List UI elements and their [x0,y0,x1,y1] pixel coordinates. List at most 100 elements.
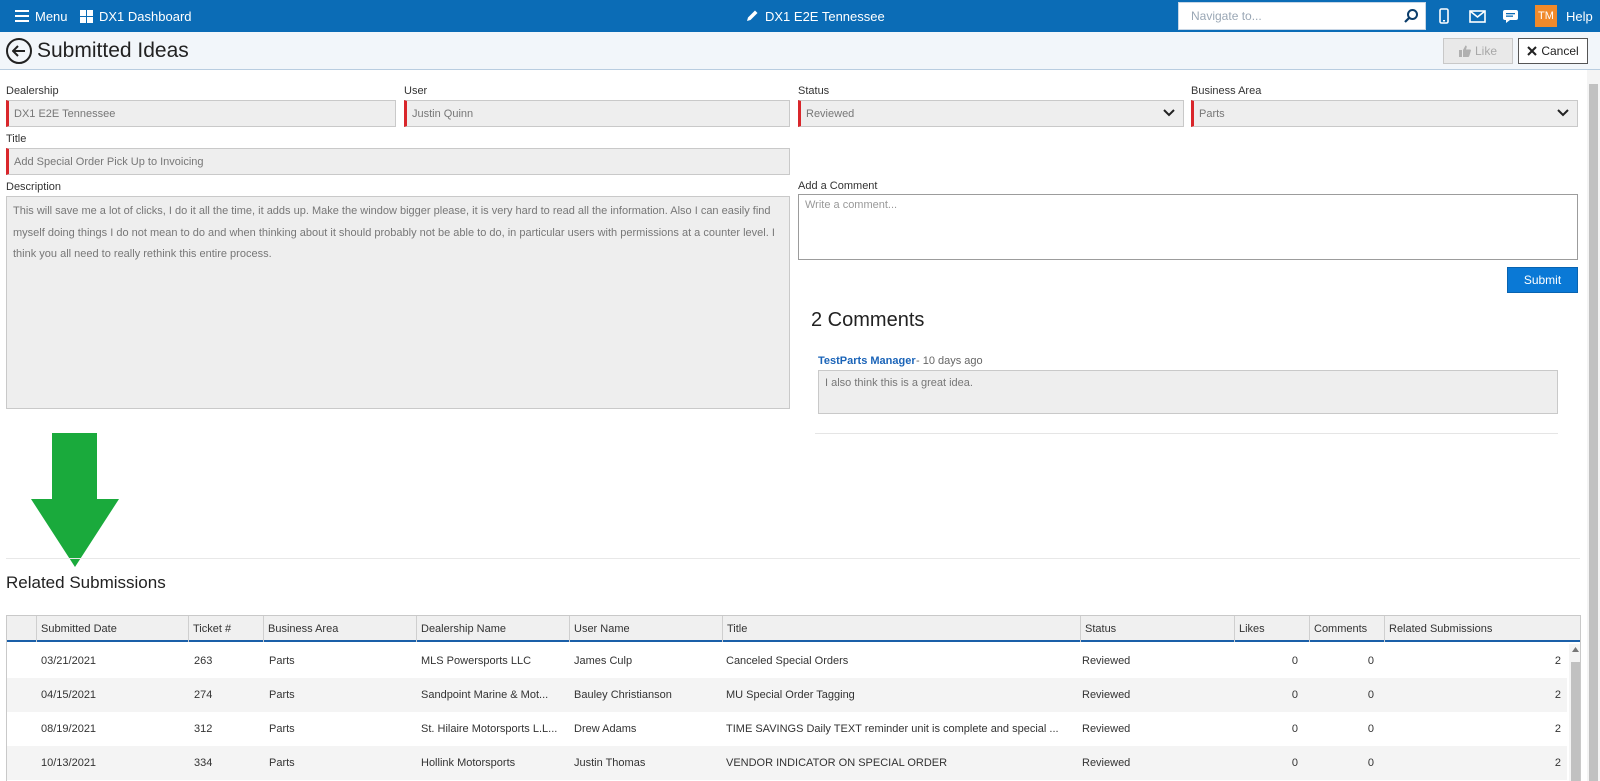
cell-status: Reviewed [1082,655,1131,667]
cancel-label: Cancel [1541,44,1579,58]
scroll-up-arrow-icon[interactable] [1572,647,1579,652]
cell-area: Parts [269,723,295,735]
cell-dealership: St. Hilaire Motorsports L.L... [421,723,558,735]
comment-body: I also think this is a great idea. [818,370,1558,414]
column-header-dealership-name[interactable]: Dealership Name [416,616,569,642]
business-area-select[interactable]: Parts [1191,100,1578,127]
column-header-user-name[interactable]: User Name [569,616,722,642]
arrow-left-icon [12,45,25,57]
menu-button[interactable]: Menu [15,0,68,32]
chat-icon[interactable] [1499,6,1521,26]
cell-ticket: 263 [194,655,213,667]
related-submissions-grid: Submitted Date Ticket # Business Area De… [6,615,1581,781]
title-field[interactable]: Add Special Order Pick Up to Invoicing [6,148,790,175]
add-comment-label: Add a Comment [798,180,878,192]
cell-related: 2 [1554,757,1561,769]
cell-comments: 0 [1367,655,1374,667]
cell-area: Parts [269,655,295,667]
column-header-submitted-date[interactable]: Submitted Date [36,616,188,642]
dealership-value: DX1 E2E Tennessee [14,107,116,120]
description-label: Description [6,181,62,193]
like-button[interactable]: Like [1443,38,1513,64]
user-avatar[interactable]: TM [1535,5,1557,27]
cell-ticket: 334 [194,757,213,769]
hamburger-icon [15,10,29,22]
table-row[interactable]: 10/13/2021 334 Parts Hollink Motorsports… [7,746,1567,780]
table-row[interactable]: 03/21/2021 263 Parts MLS Powersports LLC… [7,644,1567,678]
cell-date: 10/13/2021 [41,757,97,769]
title-label: Title [6,133,27,145]
cell-date: 04/15/2021 [41,689,97,701]
cell-dealership: MLS Powersports LLC [421,655,532,667]
user-label: User [404,85,428,97]
business-area-value: Parts [1199,107,1225,120]
dealership-switcher[interactable]: DX1 E2E Tennessee [745,0,885,32]
table-row[interactable]: 08/19/2021 312 Parts St. Hilaire Motorsp… [7,712,1567,746]
column-header-comments[interactable]: Comments [1309,616,1384,642]
cell-likes: 0 [1291,757,1298,769]
cell-comments: 0 [1367,723,1374,735]
status-value: Reviewed [806,107,855,120]
cell-status: Reviewed [1082,757,1131,769]
mail-icon[interactable] [1466,6,1488,26]
column-header-status[interactable]: Status [1080,616,1234,642]
dealership-field[interactable]: DX1 E2E Tennessee [6,100,396,127]
menu-label: Menu [35,8,68,24]
cell-dealership: Hollink Motorsports [421,757,516,769]
navigate-search [1178,2,1426,30]
status-select[interactable]: Reviewed [798,100,1184,127]
title-value: Add Special Order Pick Up to Invoicing [14,155,204,168]
cancel-button[interactable]: Cancel [1518,38,1588,64]
divider [815,433,1558,434]
cell-related: 2 [1554,723,1561,735]
page-title: Submitted Ideas [37,39,189,62]
description-field[interactable]: This will save me a lot of clicks, I do … [6,196,790,409]
user-field[interactable]: Justin Quinn [404,100,790,127]
column-header-business-area[interactable]: Business Area [263,616,416,642]
cell-likes: 0 [1291,655,1298,667]
user-value: Justin Quinn [412,107,474,120]
dealership-title: DX1 E2E Tennessee [765,8,885,24]
arrow-down-icon [31,433,119,567]
comment-textarea[interactable]: Write a comment... [798,194,1578,260]
comments-count: 2 Comments [811,309,925,331]
top-navigation-bar: Menu DX1 Dashboard DX1 E2E Tennessee TM … [0,0,1600,32]
page-scrollbar[interactable] [1587,70,1600,781]
comment-author[interactable]: TestParts Manager [818,355,916,367]
page-scrollbar-thumb[interactable] [1589,84,1598,781]
cell-title: MU Special Order Tagging [726,689,855,701]
navigate-input[interactable] [1179,4,1399,28]
cell-title: VENDOR INDICATOR ON SPECIAL ORDER [726,757,948,769]
cell-dealership: Sandpoint Marine & Mot... [421,689,549,701]
grid-scrollbar[interactable] [1569,644,1580,781]
dealership-label: Dealership [6,85,59,97]
column-header-related-submissions[interactable]: Related Submissions [1384,616,1580,642]
cell-related: 2 [1554,689,1561,701]
column-header-ticket[interactable]: Ticket # [188,616,263,642]
status-label: Status [798,85,830,97]
cell-related: 2 [1554,655,1561,667]
chevron-down-icon [1163,109,1175,117]
search-icon[interactable] [1403,8,1419,24]
thumbs-up-icon [1458,45,1471,57]
cell-comments: 0 [1367,689,1374,701]
mobile-icon[interactable] [1433,6,1455,26]
cell-area: Parts [269,757,295,769]
dashboard-link[interactable]: DX1 Dashboard [80,0,192,32]
cell-title: TIME SAVINGS Daily TEXT reminder unit is… [726,723,1059,735]
page-header: Submitted Ideas Like Cancel [0,32,1600,70]
close-icon [1527,46,1538,56]
grid-header: Submitted Date Ticket # Business Area De… [7,616,1580,642]
help-link[interactable]: Help [1566,0,1593,32]
related-submissions-title: Related Submissions [6,573,166,592]
cell-user: Bauley Christianson [574,689,672,701]
column-header-likes[interactable]: Likes [1234,616,1309,642]
submit-button[interactable]: Submit [1507,267,1578,293]
table-row[interactable]: 04/15/2021 274 Parts Sandpoint Marine & … [7,678,1567,712]
business-area-label: Business Area [1191,85,1262,97]
comment-timestamp: - 10 days ago [916,355,983,367]
dashboard-grid-icon [80,9,93,23]
grid-scrollbar-thumb[interactable] [1571,662,1580,781]
column-header-title[interactable]: Title [722,616,1080,642]
back-button[interactable] [6,38,32,64]
